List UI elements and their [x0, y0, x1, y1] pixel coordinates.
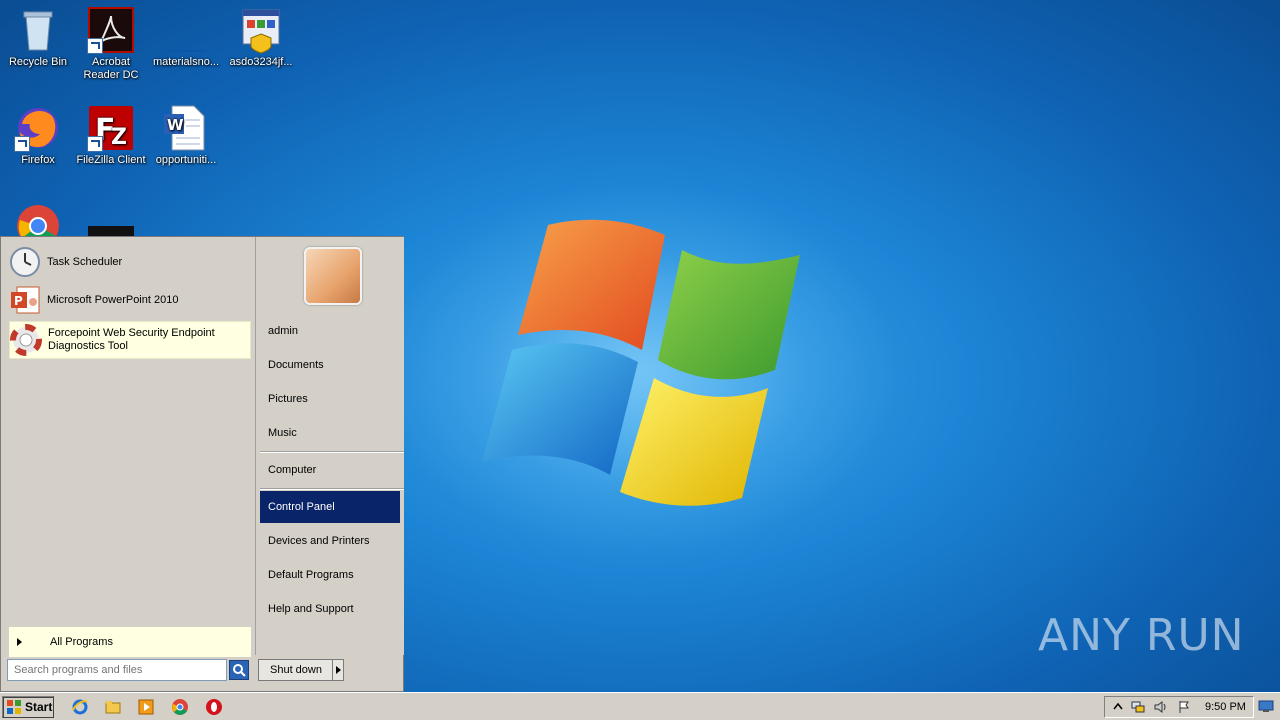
desktop-icon-asdo3234jf[interactable]: asdo3234jf...: [223, 6, 299, 69]
desktop-icon-label: opportuniti...: [155, 154, 217, 166]
explorer-icon[interactable]: [104, 698, 122, 716]
watermark-text: ANY RUN: [1038, 610, 1245, 661]
all-programs-label: All Programs: [50, 636, 113, 648]
word-document-icon: W: [162, 104, 210, 152]
link-admin[interactable]: admin: [260, 315, 400, 347]
separator: [260, 451, 404, 453]
start-menu-places-pane: admin Documents Pictures Music Computer …: [255, 237, 404, 655]
svg-text:W: W: [167, 116, 184, 134]
start-menu-programs-pane: Task Scheduler P Microsoft PowerPoint 20…: [3, 239, 253, 657]
desktop-icon-label: Recycle Bin: [8, 56, 68, 68]
start-button[interactable]: Start: [2, 696, 54, 718]
desktop-icon-label: FileZilla Client: [76, 154, 146, 166]
recycle-bin-icon: [14, 6, 62, 54]
program-label: Forcepoint Web Security Endpoint Diagnos…: [48, 327, 215, 352]
program-powerpoint[interactable]: P Microsoft PowerPoint 2010: [9, 283, 249, 317]
lifebuoy-icon: [10, 324, 42, 356]
network-icon[interactable]: [1131, 700, 1145, 714]
anyrun-watermark: ANY RUN: [1038, 610, 1245, 661]
opera-icon[interactable]: [205, 698, 223, 716]
svg-text:Z: Z: [111, 125, 127, 150]
desktop-icon-label: asdo3234jf...: [229, 56, 293, 68]
desktop-icon-firefox[interactable]: Firefox: [0, 104, 76, 167]
desktop-icon-label: Firefox: [21, 154, 55, 166]
user-avatar[interactable]: [304, 247, 362, 305]
shortcut-arrow-icon: [87, 136, 103, 152]
chevron-up-icon[interactable]: [1111, 700, 1125, 714]
clock-icon: [9, 246, 41, 278]
link-computer[interactable]: Computer: [260, 454, 400, 486]
shutdown-options-button[interactable]: [332, 659, 344, 681]
desktop-icon-acrobat[interactable]: Acrobat Reader DC: [73, 6, 149, 82]
link-control-panel[interactable]: Control Panel: [260, 491, 400, 523]
firefox-icon: [14, 104, 62, 152]
windows-logo-wallpaper: [482, 219, 800, 506]
blank-file-icon: [162, 6, 210, 54]
taskbar-clock[interactable]: 9:50 PM: [1205, 701, 1246, 713]
link-music[interactable]: Music: [260, 417, 400, 449]
link-documents[interactable]: Documents: [260, 349, 400, 381]
desktop-icon-recycle-bin[interactable]: Recycle Bin: [0, 6, 76, 69]
action-center-flag-icon[interactable]: [1177, 700, 1191, 714]
link-devices-and-printers[interactable]: Devices and Printers: [260, 525, 400, 557]
desktop-icon-opportuniti[interactable]: W opportuniti...: [148, 104, 224, 167]
arrow-right-icon: [17, 638, 22, 646]
filezilla-icon: FZ: [87, 104, 135, 152]
program-task-scheduler[interactable]: Task Scheduler: [9, 245, 249, 279]
powerpoint-icon: P: [9, 284, 41, 316]
separator: [260, 488, 404, 490]
shortcut-arrow-icon: [14, 136, 30, 152]
desktop-icon-materialsno[interactable]: materialsno...: [148, 6, 224, 69]
desktop-icon-label: materialsno...: [152, 56, 220, 68]
desktop-icon-filezilla[interactable]: FZ FileZilla Client: [73, 104, 149, 167]
svg-text:P: P: [14, 294, 23, 308]
media-player-icon[interactable]: [137, 698, 155, 716]
start-label: Start: [25, 700, 53, 714]
program-label: Task Scheduler: [47, 256, 123, 268]
volume-icon[interactable]: [1153, 700, 1167, 714]
start-search-input[interactable]: [7, 659, 227, 681]
all-programs-button[interactable]: All Programs: [9, 627, 251, 657]
link-help-and-support[interactable]: Help and Support: [260, 593, 400, 625]
chrome-icon[interactable]: [171, 698, 189, 716]
program-forcepoint-diagnostics[interactable]: Forcepoint Web Security Endpoint Diagnos…: [9, 321, 251, 359]
desktop-icon-label: Acrobat Reader DC: [83, 56, 139, 81]
windows-flag-icon: [7, 700, 21, 714]
installer-icon: [237, 6, 285, 54]
shortcut-arrow-icon: [87, 38, 103, 54]
link-pictures[interactable]: Pictures: [260, 383, 400, 415]
start-menu: Task Scheduler P Microsoft PowerPoint 20…: [0, 236, 404, 692]
link-default-programs[interactable]: Default Programs: [260, 559, 400, 591]
program-label: Microsoft PowerPoint 2010: [47, 294, 179, 306]
acrobat-icon: [87, 6, 135, 54]
search-button[interactable]: [229, 660, 249, 680]
ie-icon[interactable]: [71, 698, 89, 716]
shutdown-button[interactable]: Shut down: [258, 659, 334, 681]
search-icon: [233, 664, 246, 677]
show-desktop-icon[interactable]: [1258, 698, 1274, 714]
taskbar: Start 9:50 PM: [0, 692, 1280, 720]
